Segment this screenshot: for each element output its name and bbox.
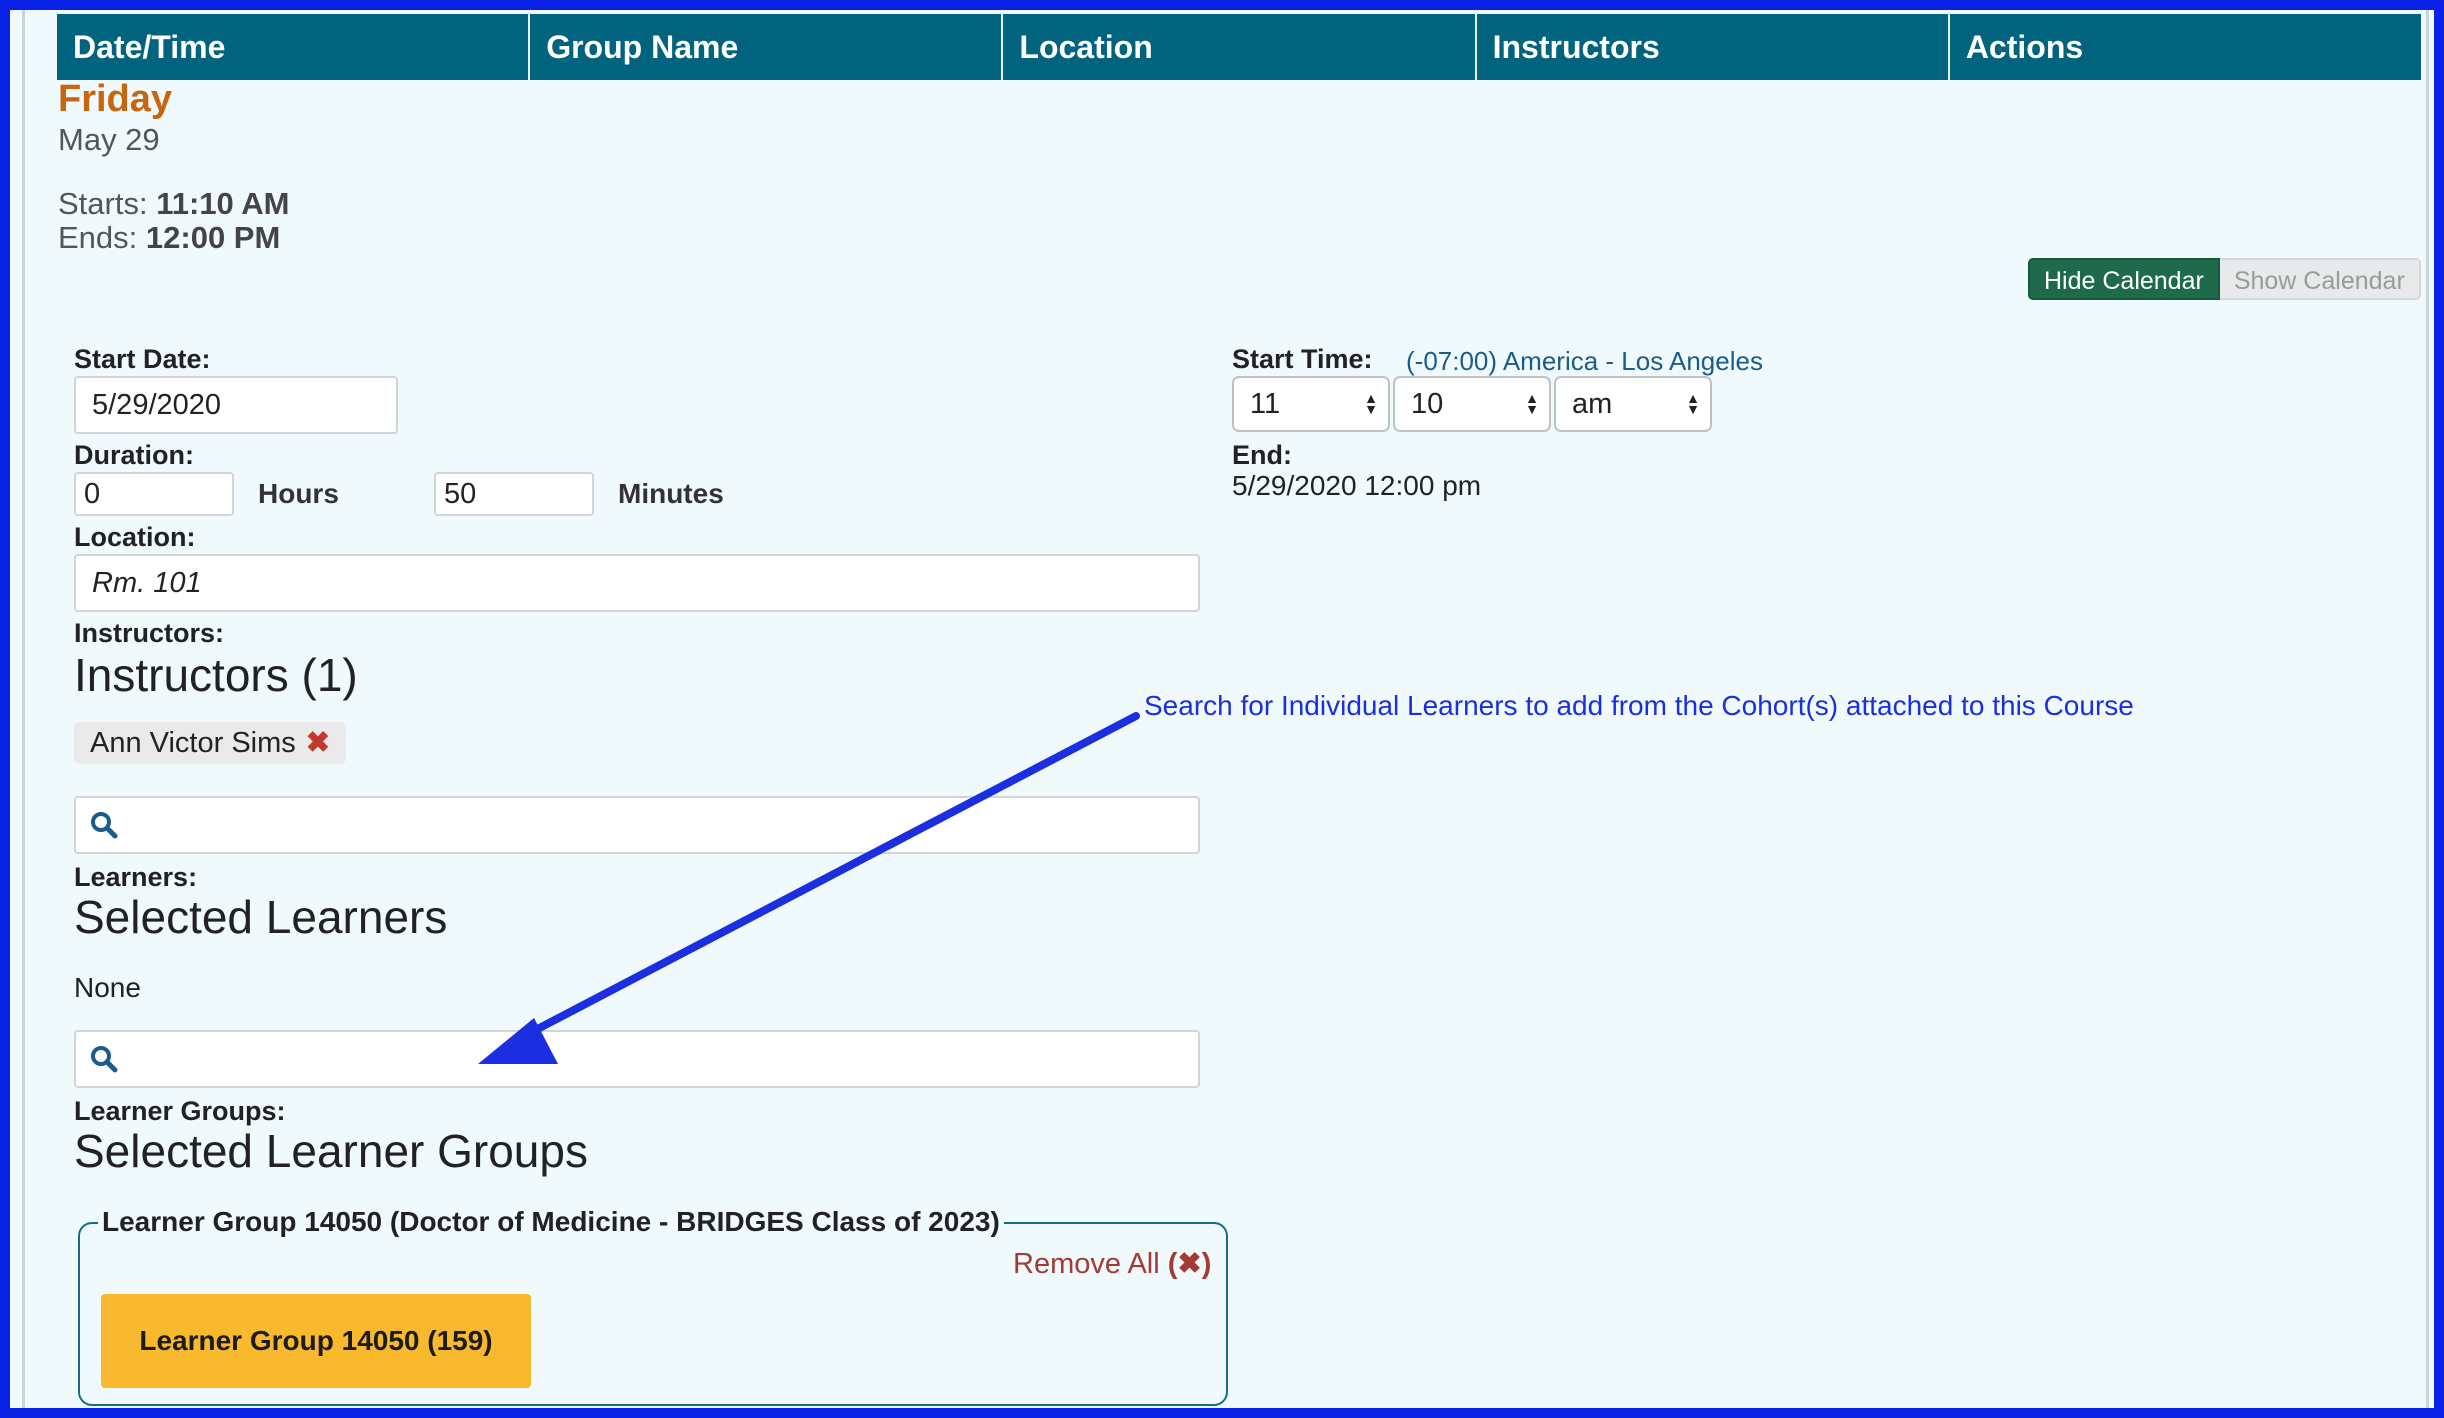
arrow-icon: [478, 712, 1140, 1064]
